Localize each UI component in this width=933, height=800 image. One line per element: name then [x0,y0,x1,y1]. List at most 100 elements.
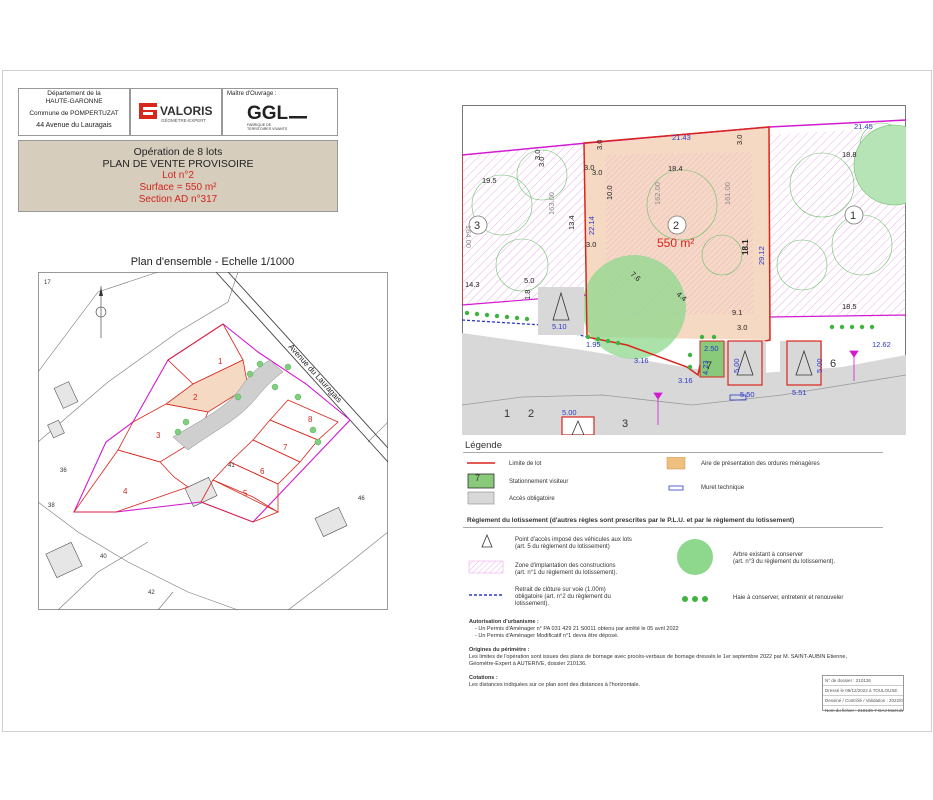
address: 44 Avenue du Lauragais [36,122,112,129]
detail-map: 2 1 3 550 m² 1 2 3 6 7 3.0 3.0 18.4 3.0 … [462,105,906,435]
autorisation-2: - Un Permis d'Aménager Modificatif n°1 d… [475,633,619,639]
dim-b-1: 3.0 [595,140,604,150]
dim-u-8: 2.50 [704,344,719,353]
autorisation-title: Autorisation d'urbanisme : [469,619,539,625]
parcel-38: 38 [48,503,55,509]
dim-b-17: 14.3 [465,280,480,289]
dim-u-12: 5.50 [740,390,755,399]
dim-b-16: 1.8 [523,290,532,300]
stamp-line-2: Dressé le 09/12/2022 à TOULOUSE [823,686,903,696]
lower-lot-1: 1 [504,408,510,420]
lot-2-area-label: 550 m² [657,236,694,250]
dim-b-2: 18.4 [668,164,683,173]
reglement-retrait: Retrait de clôture sur voie (1.00m) obli… [515,587,611,607]
legend-access: Accès obligatoire [509,496,555,502]
reglement-title: Règlement du lotissement (d'autres règle… [467,517,795,524]
lower-lot-2: 2 [528,408,534,420]
neighbor-lot-3: 3 [474,220,480,232]
title-stamp: N° de dossier : 210136 Dressé le 09/12/2… [822,675,904,713]
dim-u-13: 5.51 [792,388,807,397]
maitre-label: Maître d'Ouvrage : [227,91,277,97]
legend-waste: Aire de présentation des ordures ménagèr… [701,461,820,467]
legend-muret: Muret technique [701,485,745,491]
reglement-point-access: Point d'accès imposé des véhicules aux l… [515,537,632,550]
dim-u-6: 3.16 [634,356,649,365]
ov-lot-5: 5 [243,489,248,498]
lot-surface: Surface = 550 m² [139,182,217,193]
cotations-title: Cotations : [469,675,498,681]
lot-section: Section AD n°317 [138,194,218,205]
dim-g-0: 162.00 [653,182,662,205]
reglement-symbols-left [468,533,504,596]
overview-title: Plan d'ensemble - Echelle 1/1000 [130,256,295,268]
ov-lot-3: 3 [156,431,161,440]
parcel-40: 40 [100,554,107,560]
ggl-logo: GGL FABRIQUE DE TERRITOIRES VIVANTS [247,103,307,131]
cotations-text: Les distances indiquées sur ce plan sont… [469,682,641,688]
parcel-42: 42 [148,590,155,596]
dim-lot-height: 18.1 [741,239,750,255]
dim-u-15: 5.00 [562,408,577,417]
ov-lot-8: 8 [308,415,313,424]
dim-b-10: 18.8 [842,150,857,159]
dim-u-0: 21.43 [672,133,691,142]
overview-map: Avenue du Lauragais 1 2 3 4 5 6 7 8 17 3… [38,272,388,611]
lot-6-number: 6 [830,358,836,370]
ov-lot-2: 2 [193,393,198,402]
dim-u-4: 5.10 [552,322,567,331]
stamp-line-3: Dessiné / Contrôlé / Validation : 2022/0… [823,696,903,706]
dim-b-4: 10.0 [605,185,614,200]
lower-lot-3: 3 [622,418,628,430]
legend-parking-num: 7 [475,473,481,483]
commune-name: Commune de POMPERTUZAT [29,110,119,117]
dim-g-3: 164.00 [464,225,473,248]
department-cell: Département de la HAUTE-GARONNE Commune … [18,88,130,136]
valoris-cell: VALORIS GÉOMÈTRE-EXPERT [130,88,222,136]
ov-lot-6: 6 [260,467,265,476]
valoris-logo: VALORIS GÉOMÈTRE-EXPERT [139,103,212,123]
dim-u-3: 29.12 [757,246,766,265]
lot-number: Lot n°2 [162,170,194,181]
dim-u-14: 12.62 [872,340,891,349]
dim-u-7: 3.16 [678,376,693,385]
dim-b-12: 19.5 [482,176,497,185]
stamp-line-4: Nom du fichier : 210136-7-DAJ Moël.dwg [825,708,903,713]
parcel-46: 46 [358,496,365,502]
dim-g-1: 161.00 [723,182,732,205]
dim-b-14: 3.0 [586,240,596,249]
operation-box: Opération de 8 lots PLAN DE VENTE PROVIS… [18,140,338,212]
reglement-symbols-right [677,539,713,602]
parcel-41: 41 [228,463,235,469]
origines-title: Origines du périmètre : [469,647,530,653]
autorisation-1: - Un Permis d'Aménager n° PA 031 429 21 … [475,626,679,632]
dim-b-8: 9.1 [732,308,742,317]
ggl-sub-2: TERRITOIRES VIVANTS [247,127,288,131]
legend-limit: Limite de lot [509,461,542,467]
legend-parking: Stationnement visiteur [509,479,569,485]
dim-u-5: 1.95 [586,340,601,349]
dim-b-11: 18.5 [842,302,857,311]
legend-symbols-right [666,457,686,491]
legend: Légende 7 Limite de lot Stationnement vi… [463,437,903,712]
lot-2-number: 2 [673,220,679,232]
origines-1: Les limites de l'opération sont issues d… [469,654,848,660]
dim-b-3: 3.0 [735,135,744,145]
plan-type: PLAN DE VENTE PROVISOIRE [102,158,254,170]
dim-b-15: 5.0 [524,276,534,285]
reglement-hedge: Haie à conserver, entretenir et renouvel… [733,595,844,601]
department-line2: HAUTE-GARONNE [45,98,103,105]
dim-u-10: 5.00 [732,358,741,373]
ov-lot-4: 4 [123,487,128,496]
legend-title: Légende [465,440,502,451]
reglement-tree: Arbre existant à conserver (art. n°3 du … [733,552,836,565]
ov-lot-7: 7 [283,443,288,452]
dim-u-2: 22.14 [587,216,596,235]
dim-b-18: 3.0 [584,163,594,172]
maitre-ouvrage-cell: Maître d'Ouvrage : GGL FABRIQUE DE TERRI… [222,88,338,136]
department-line1: Département de la [47,90,101,97]
origines-2: Géomètre-Expert à AUTERIVE, dossier 2101… [469,661,587,667]
dim-b-19: 3.0 [537,157,546,167]
neighbor-lot-1: 1 [850,210,856,222]
ov-lot-1: 1 [218,357,223,366]
dim-u-9: 4.23 [701,360,710,375]
